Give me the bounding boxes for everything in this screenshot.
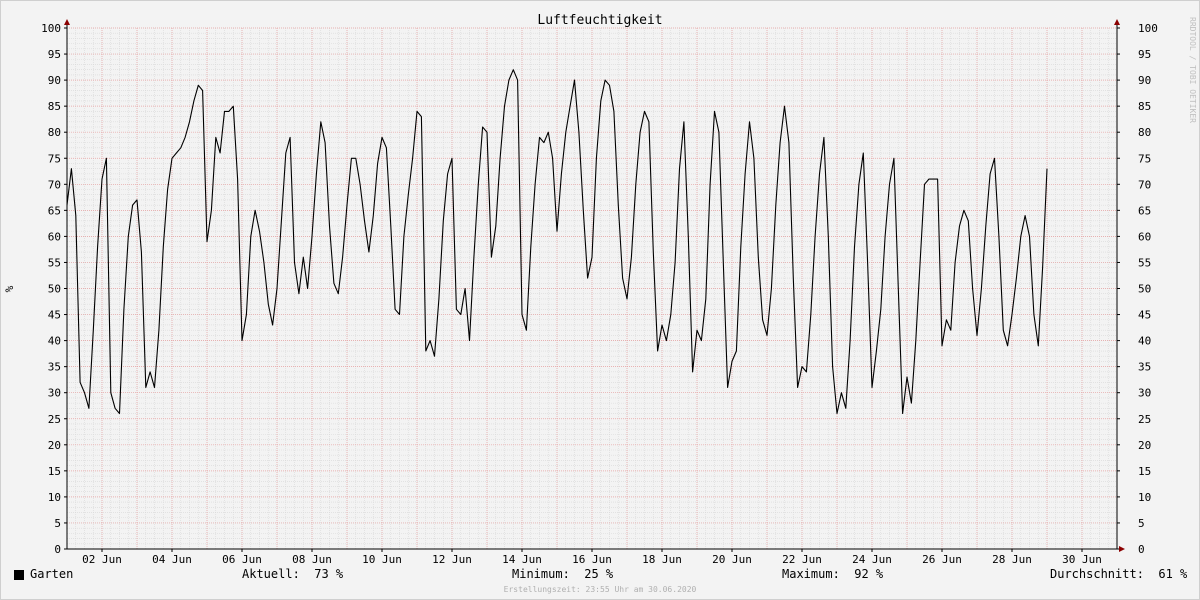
x-tick-label: 02 Jun [82, 553, 122, 566]
x-tick-label: 08 Jun [292, 553, 332, 566]
y-tick-label-left: 90 [48, 74, 61, 87]
legend-average: Durchschnitt: 61 % [1050, 567, 1187, 583]
y-axis-right-ticks: 0 5 10 15 20 25 30 35 40 45 50 55 60 65 70 75 80 85 90 95 10… [1117, 22, 1158, 556]
y-tick-label-right: 75 [1138, 152, 1151, 165]
y-tick-label-right: 40 [1138, 335, 1151, 348]
y-tick-label-right: 55 [1138, 256, 1151, 269]
x-axis-arrow [1119, 546, 1125, 552]
y-tick-label-left: 70 [48, 178, 61, 191]
creation-time: Erstellungszeit: 23:55 Uhr am 30.06.2020 [503, 585, 697, 594]
legend-max-value: 92 % [854, 567, 884, 581]
y-tick-label-left: 0 [54, 543, 61, 556]
y-axis-left-arrow [64, 19, 70, 25]
humidity-chart: 0510152025303540455055606570758085909510… [3, 13, 1197, 566]
legend-current: Aktuell: 73 % [242, 567, 343, 583]
y-tick-label-right: 90 [1138, 74, 1151, 87]
y-tick-label-right: 85 [1138, 100, 1151, 113]
axes [64, 19, 1125, 552]
y-tick-label-right: 70 [1138, 178, 1151, 191]
y-tick-label-right: 10 [1138, 491, 1151, 504]
y-tick-label-right: 60 [1138, 230, 1151, 243]
y-tick-label-right: 95 [1138, 48, 1151, 61]
y-tick-label-left: 85 [48, 100, 61, 113]
x-tick-label: 06 Jun [222, 553, 262, 566]
legend-avg-value: 61 % [1158, 567, 1188, 581]
x-tick-label: 30 Jun [1062, 553, 1102, 566]
y-axis-left-ticks: 0 5 10 15 20 25 30 35 40 45 50 55 60 65 70 75 80 85 90 95 10… [41, 22, 67, 556]
y-tick-label-right: 15 [1138, 465, 1151, 478]
x-tick-label: 16 Jun [572, 553, 612, 566]
y-tick-label-left: 20 [48, 439, 61, 452]
x-tick-label: 04 Jun [152, 553, 192, 566]
y-tick-label-left: 50 [48, 283, 61, 296]
legend-series-name: Garten [30, 567, 74, 581]
y-tick-label-left: 95 [48, 48, 61, 61]
y-tick-label-right: 35 [1138, 361, 1151, 374]
x-tick-label: 22 Jun [782, 553, 822, 566]
y-tick-label-left: 55 [48, 256, 61, 269]
x-tick-label: 26 Jun [922, 553, 962, 566]
y-tick-label-right: 0 [1138, 543, 1145, 556]
y-axis-right-arrow [1114, 19, 1120, 25]
legend-minimum: Minimum: 25 % [512, 567, 613, 583]
y-tick-label-left: 25 [48, 413, 61, 426]
y-tick-label-left: 75 [48, 152, 61, 165]
y-tick-label-right: 50 [1138, 283, 1151, 296]
y-tick-label-left: 45 [48, 309, 61, 322]
y-tick-label-right: 25 [1138, 413, 1151, 426]
y-axis-label: % [3, 285, 16, 292]
y-tick-label-right: 45 [1138, 309, 1151, 322]
y-tick-label-left: 100 [41, 22, 61, 35]
x-tick-label: 24 Jun [852, 553, 892, 566]
y-tick-label-right: 80 [1138, 126, 1151, 139]
legend-max-label: Maximum: [782, 567, 840, 581]
x-tick-label: 28 Jun [992, 553, 1032, 566]
watermark: RRDTOOL / TOBI OETIKER [1188, 17, 1197, 123]
y-tick-label-right: 65 [1138, 204, 1151, 217]
legend-current-value: 73 % [314, 567, 344, 581]
legend-current-label: Aktuell: [242, 567, 300, 581]
x-tick-label: 12 Jun [432, 553, 472, 566]
y-tick-label-right: 5 [1138, 517, 1145, 530]
legend-min-value: 25 % [584, 567, 614, 581]
y-tick-label-left: 10 [48, 491, 61, 504]
y-tick-label-left: 65 [48, 204, 61, 217]
x-tick-label: 14 Jun [502, 553, 542, 566]
x-axis-ticks: 02 Jun 04 Jun 06 Jun 08 Jun 10 Jun 12 Jun 14 J… [82, 549, 1102, 566]
y-tick-label-left: 5 [54, 517, 61, 530]
legend-min-label: Minimum: [512, 567, 570, 581]
y-tick-label-left: 80 [48, 126, 61, 139]
y-tick-label-left: 40 [48, 335, 61, 348]
x-tick-label: 10 Jun [362, 553, 402, 566]
legend-maximum: Maximum: 92 % [782, 567, 883, 583]
y-tick-label-left: 60 [48, 230, 61, 243]
x-tick-label: 18 Jun [642, 553, 682, 566]
y-tick-label-right: 100 [1138, 22, 1158, 35]
chart-title: Luftfeuchtigkeit [537, 13, 662, 28]
grid [66, 27, 1118, 550]
y-tick-label-right: 30 [1138, 387, 1151, 400]
y-tick-label-left: 30 [48, 387, 61, 400]
legend-swatch [14, 570, 24, 580]
y-tick-label-left: 35 [48, 361, 61, 374]
x-tick-label: 20 Jun [712, 553, 752, 566]
y-tick-label-right: 20 [1138, 439, 1151, 452]
legend-avg-label: Durchschnitt: [1050, 567, 1144, 581]
y-tick-label-left: 15 [48, 465, 61, 478]
